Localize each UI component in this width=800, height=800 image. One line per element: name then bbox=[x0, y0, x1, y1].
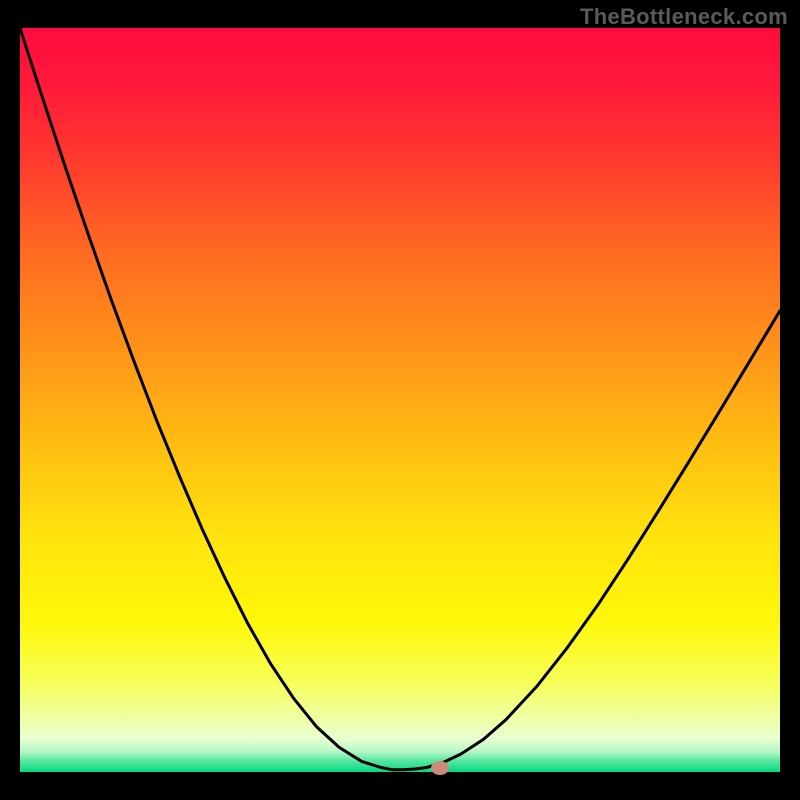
optimal-marker-icon bbox=[431, 761, 449, 775]
plot-area bbox=[20, 28, 780, 772]
chart-frame: TheBottleneck.com bbox=[0, 0, 800, 800]
watermark-text: TheBottleneck.com bbox=[580, 4, 788, 30]
